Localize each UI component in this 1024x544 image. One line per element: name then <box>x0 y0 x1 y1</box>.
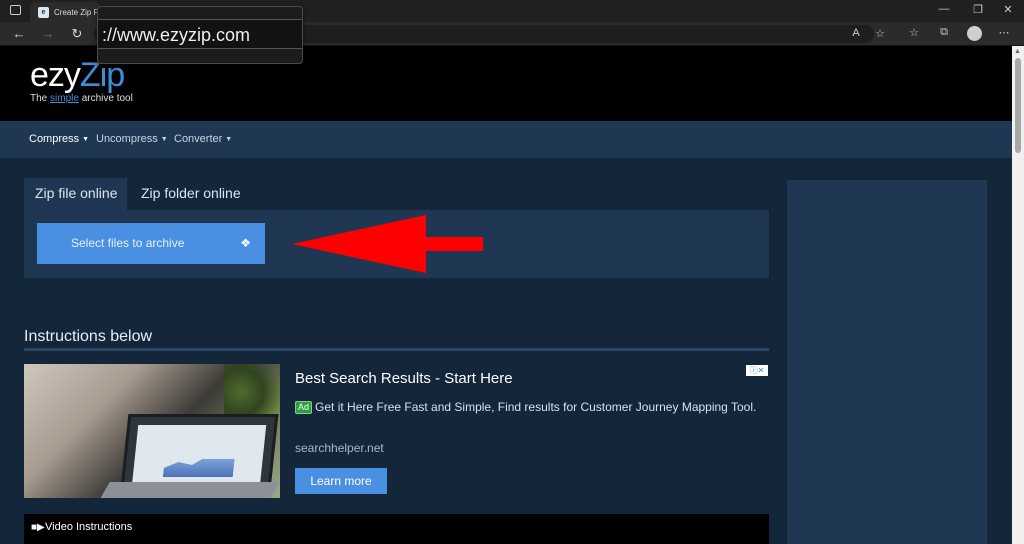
profile-avatar[interactable] <box>967 26 982 41</box>
ad-image[interactable] <box>24 364 280 498</box>
tab-title: Create Zip F <box>54 7 99 17</box>
red-arrow-annotation <box>292 215 483 273</box>
close-window-button[interactable]: ✕ <box>1000 3 1016 16</box>
tab-actions-icon[interactable] <box>10 5 21 15</box>
ad-description-text: Get it Here Free Fast and Simple, Find r… <box>315 400 757 414</box>
nav-uncompress[interactable]: Uncompress ▼ <box>96 133 168 145</box>
logo-tagline: The simple archive tool <box>30 93 133 104</box>
dropbox-icon[interactable]: ❖ <box>240 236 251 250</box>
scroll-up-icon[interactable]: ▲ <box>1014 48 1021 55</box>
favorites-icon[interactable]: ☆ <box>906 26 922 39</box>
ad-laptop-display <box>131 425 267 487</box>
tab-zip-file[interactable]: Zip file online <box>24 178 127 210</box>
instructions-heading: Instructions below <box>24 328 153 345</box>
ad-keyboard-graphic <box>98 482 280 498</box>
tagline-simple: simple <box>50 93 79 104</box>
refresh-icon[interactable]: ↻ <box>68 26 86 42</box>
tab-zip-folder[interactable]: Zip folder online <box>141 185 241 201</box>
nav-compress-label: Compress <box>29 133 80 145</box>
nav-converter[interactable]: Converter ▼ <box>174 133 232 145</box>
main-navbar: Compress ▼ Uncompress ▼ Converter ▼ <box>0 121 1012 158</box>
back-icon[interactable]: ← <box>10 26 28 41</box>
adchoices-icon[interactable]: ⓘ✕ <box>746 365 768 376</box>
select-files-label: Select files to archive <box>71 236 185 250</box>
nav-uncompress-label: Uncompress <box>96 133 158 145</box>
nav-compress[interactable]: Compress ▼ <box>29 133 89 145</box>
more-menu-icon[interactable]: ⋯ <box>996 26 1012 39</box>
video-camera-icon: ■▶ <box>31 522 45 533</box>
page-scrollbar[interactable]: ▲ <box>1012 46 1024 544</box>
url-popup: ://www.ezyzip.com <box>97 6 303 64</box>
tagline-suffix: archive tool <box>78 93 133 104</box>
logo-ezy: ezy <box>30 56 81 94</box>
video-instructions-label: Video Instructions <box>45 521 133 533</box>
ad-badge: Ad <box>295 401 313 414</box>
video-instructions-bar: ■▶ Video Instructions <box>24 514 769 544</box>
url-text: ://www.ezyzip.com <box>102 25 251 45</box>
caret-down-icon: ▼ <box>82 136 90 143</box>
url-popup-field: ://www.ezyzip.com <box>98 19 302 49</box>
caret-down-icon: ▼ <box>225 136 233 143</box>
select-files-button[interactable]: Select files to archive ❖ <box>37 223 265 264</box>
caret-down-icon: ▼ <box>160 136 168 143</box>
ezyzip-logo[interactable]: ezyZip The simple archive tool <box>30 58 133 104</box>
read-aloud-icon[interactable]: A <box>848 27 864 39</box>
favicon-icon: e <box>38 6 49 18</box>
learn-more-button[interactable]: Learn more <box>295 468 387 494</box>
ad-title[interactable]: Best Search Results - Start Here <box>295 370 513 387</box>
browser-tab[interactable]: e Create Zip F <box>30 2 100 22</box>
forward-icon[interactable]: → <box>39 26 57 41</box>
heading-divider <box>24 348 769 351</box>
tagline-prefix: The <box>30 93 51 104</box>
favorite-add-icon[interactable]: ☆ <box>872 27 888 40</box>
collections-icon[interactable]: ⧉ <box>936 26 952 39</box>
scroll-thumb[interactable] <box>1015 58 1021 153</box>
ad-domain[interactable]: searchhelper.net <box>295 441 384 455</box>
ad-laptop-chart <box>163 447 236 477</box>
nav-converter-label: Converter <box>174 133 223 145</box>
minimize-button[interactable]: — <box>936 3 952 15</box>
maximize-button[interactable]: ❐ <box>970 3 986 16</box>
ad-description: Ad Get it Here Free Fast and Simple, Find… <box>295 400 765 415</box>
sidebar-panel <box>787 180 987 544</box>
